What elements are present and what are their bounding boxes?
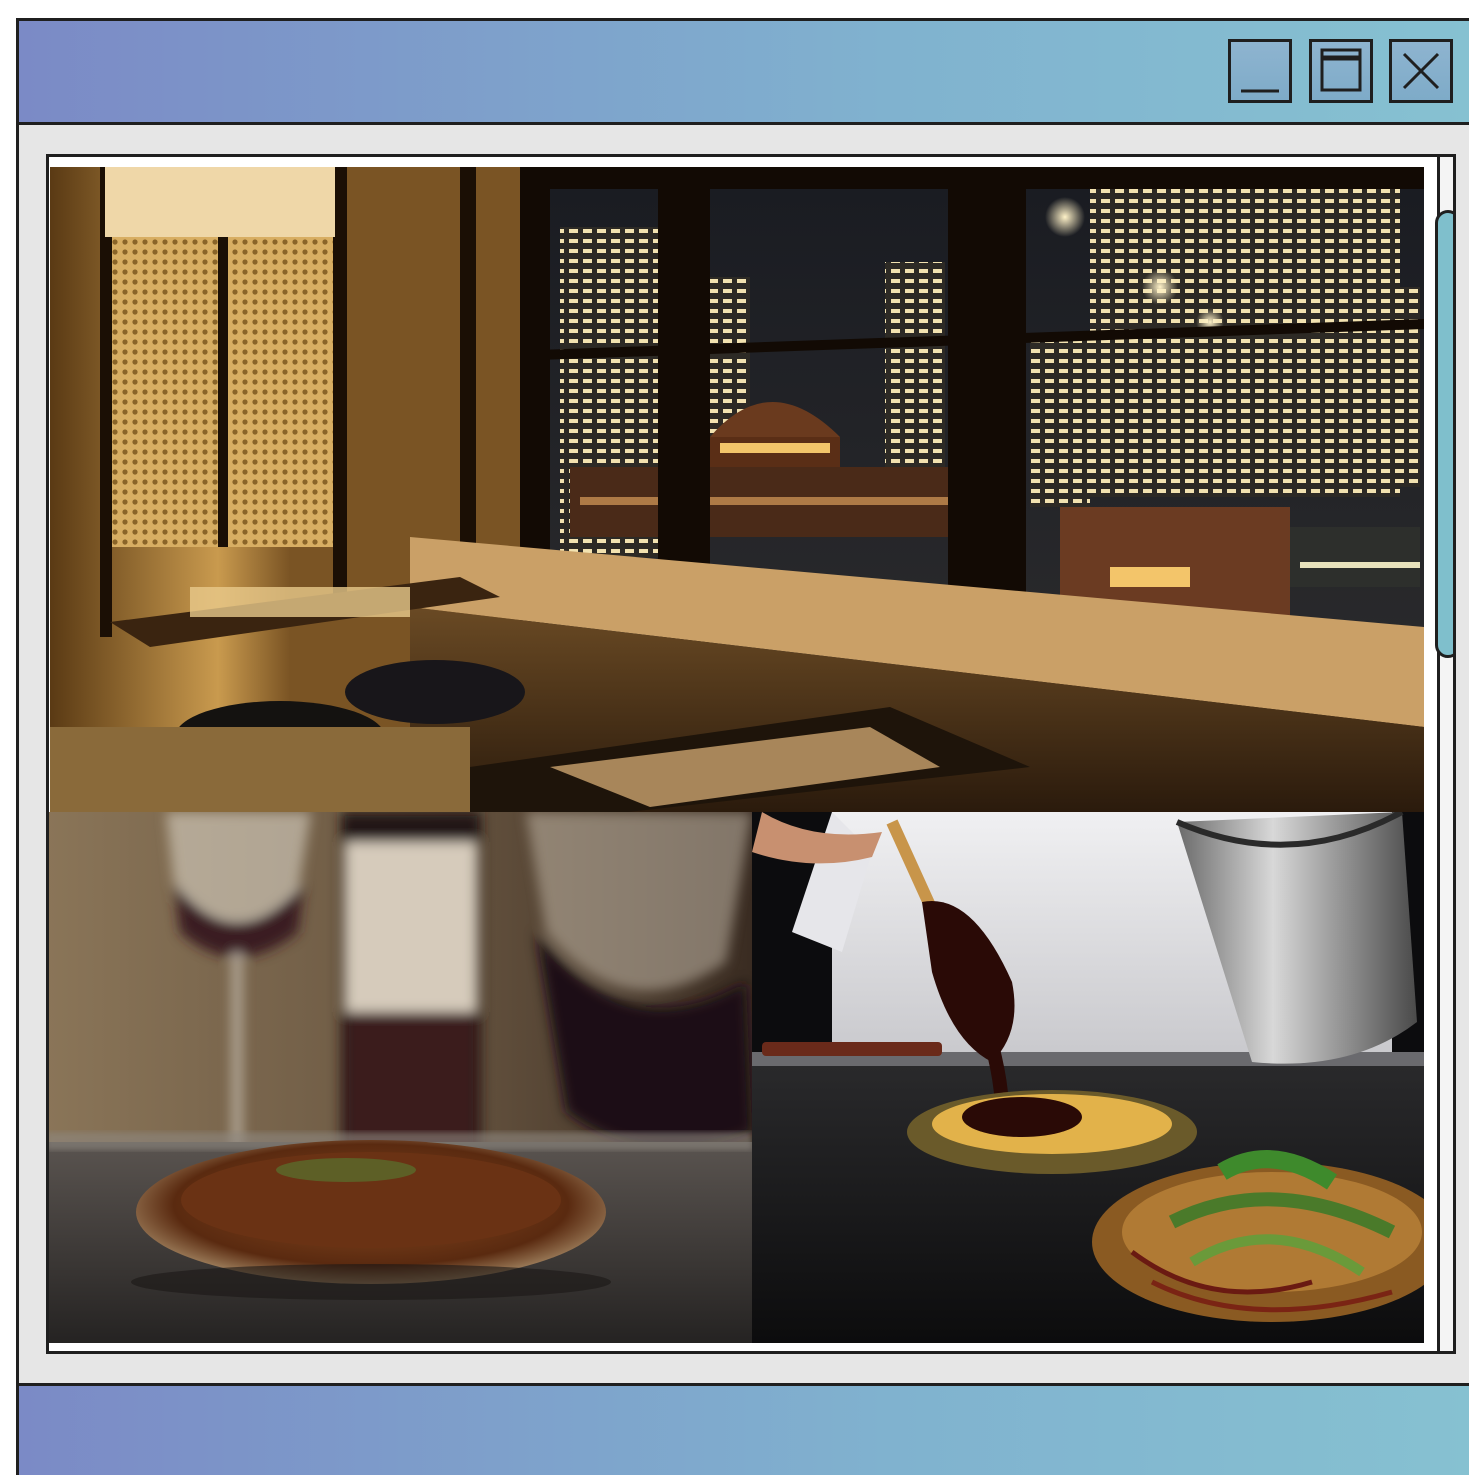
content-area bbox=[46, 154, 1456, 1354]
minimize-icon bbox=[1241, 89, 1279, 93]
vertical-scrollbar[interactable] bbox=[1435, 157, 1453, 1351]
maximize-button[interactable] bbox=[1309, 39, 1373, 103]
maximize-icon bbox=[1320, 48, 1362, 92]
title-bar[interactable] bbox=[19, 21, 1469, 125]
app-window bbox=[16, 18, 1469, 1475]
minimize-button[interactable] bbox=[1228, 39, 1292, 103]
scroll-thumb[interactable] bbox=[1435, 210, 1453, 658]
close-icon bbox=[1402, 52, 1440, 90]
chef-cooking-photo bbox=[752, 812, 1424, 1343]
close-button[interactable] bbox=[1389, 39, 1453, 103]
okonomiyaki-wine-photo bbox=[49, 812, 752, 1343]
status-bar bbox=[19, 1383, 1469, 1475]
restaurant-interior-photo bbox=[50, 167, 1424, 814]
